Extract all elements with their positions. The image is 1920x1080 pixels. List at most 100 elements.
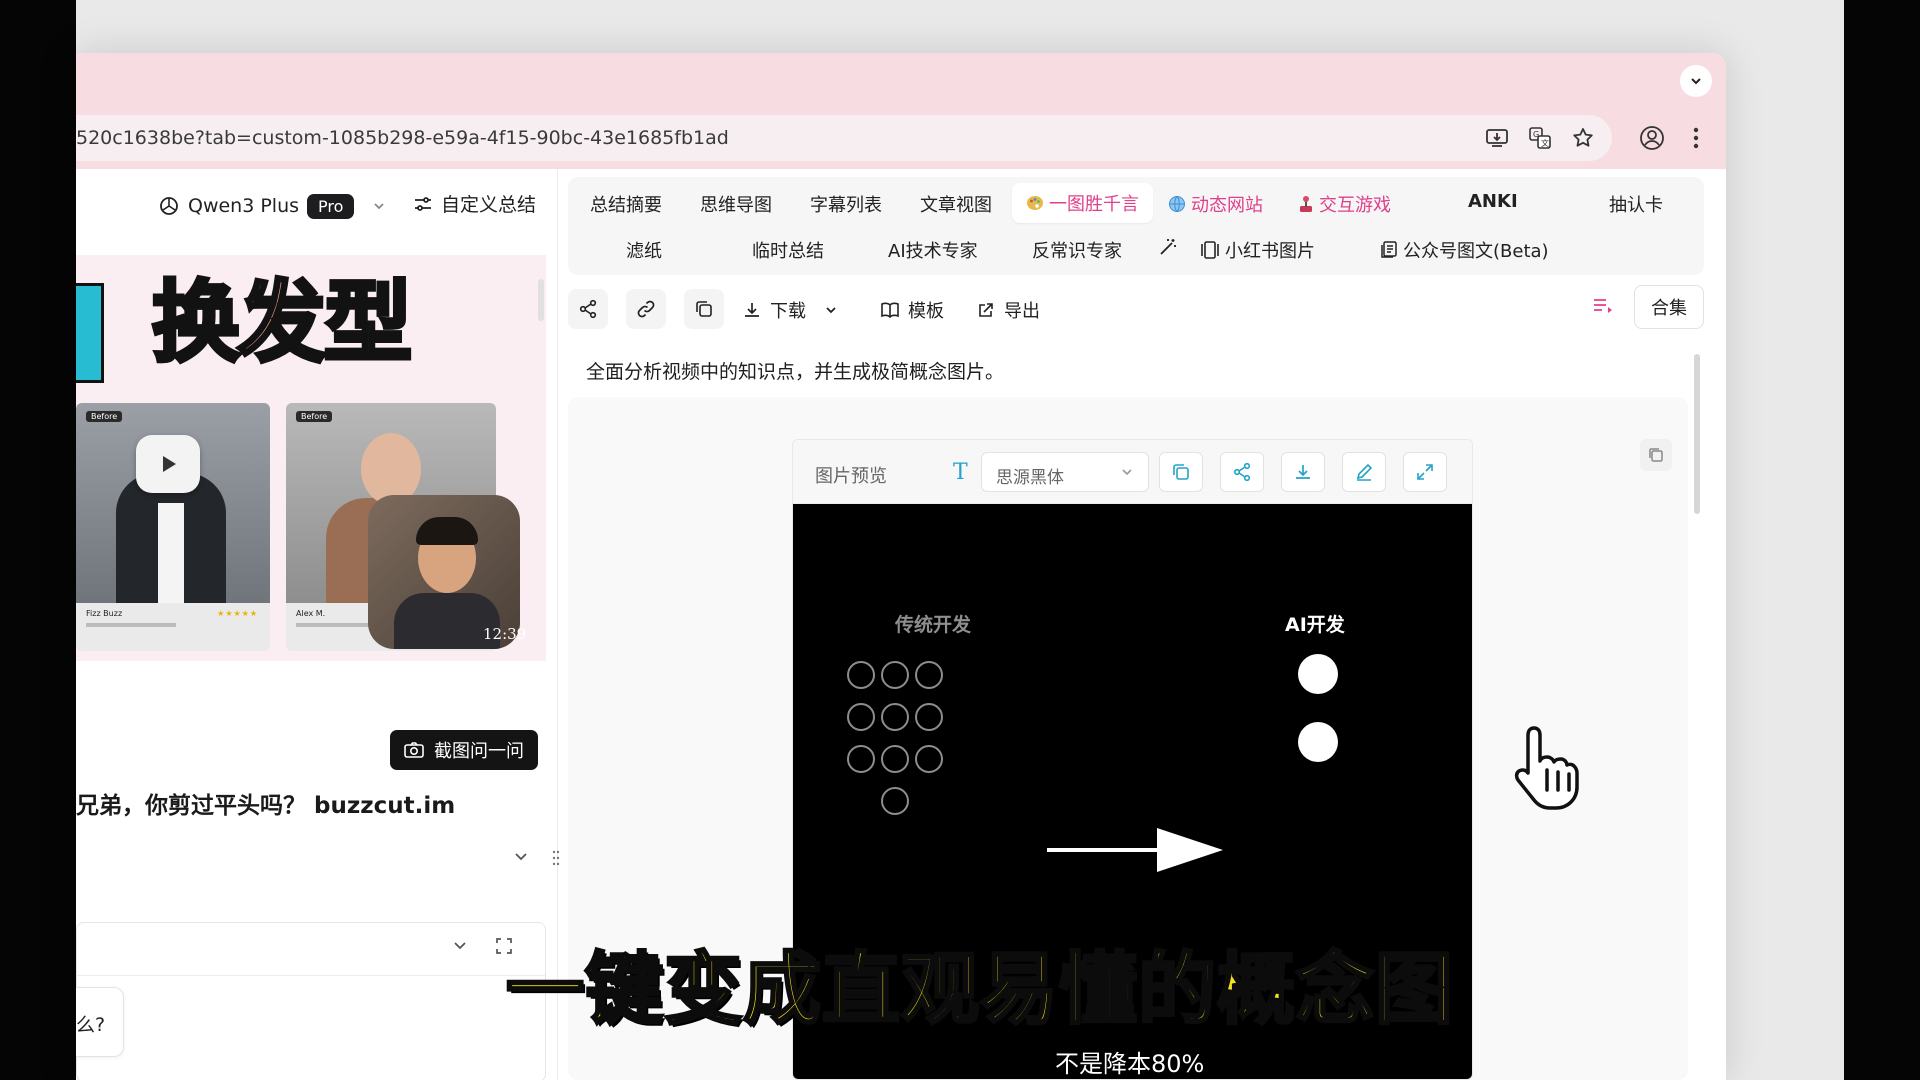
collection-button[interactable]: 合集 — [1634, 285, 1704, 329]
person-shirt — [158, 503, 184, 603]
browser-window: 520c1638be?tab=custom-1085b298-e59a-4f15… — [76, 53, 1726, 1080]
list-view-icon[interactable] — [1592, 295, 1614, 315]
template-label: 模板 — [908, 301, 944, 322]
magic-wand-button[interactable] — [1158, 237, 1178, 257]
tab-xiaohongshu-label: 小红书图片 — [1225, 241, 1315, 262]
install-app-icon[interactable] — [1484, 125, 1510, 151]
tab-xiaohongshu[interactable]: 小红书图片 — [1200, 237, 1315, 263]
tab-dynamic-site[interactable]: 动态网站 — [1168, 191, 1263, 217]
expand-chevron-icon[interactable] — [513, 848, 529, 864]
kebab-menu-icon[interactable] — [1680, 122, 1712, 154]
custom-summary-button[interactable]: 自定义总结 — [413, 190, 536, 217]
template-description: 全面分析视频中的知识点，并生成极简概念图片。 — [586, 361, 1005, 383]
font-t-icon: T — [953, 460, 968, 485]
tab-wechat-article-label: 公众号图文(Beta) — [1403, 241, 1549, 262]
concept-ring — [847, 703, 875, 731]
preview-copy-button[interactable] — [1159, 452, 1203, 492]
hand-pointer-icon — [1514, 726, 1579, 810]
magic-wand-icon — [1158, 237, 1178, 257]
tab-contrarian-expert[interactable]: 反常识专家 — [1032, 237, 1122, 263]
tab-temp-summary[interactable]: 临时总结 — [752, 237, 824, 263]
share-button[interactable] — [568, 289, 608, 329]
export-icon — [976, 300, 996, 320]
video-player[interactable]: 换发型 Before Fizz Buzz ★★★★★ Before Alex M… — [76, 255, 546, 661]
export-label: 导出 — [1004, 301, 1040, 322]
tab-summary[interactable]: 总结摘要 — [590, 191, 662, 217]
chevron-down-icon[interactable] — [452, 937, 468, 953]
video-letterbox-left — [0, 0, 76, 1080]
url-text: 520c1638be?tab=custom-1085b298-e59a-4f15… — [76, 127, 729, 149]
preview-expand-button[interactable] — [1403, 452, 1447, 492]
pencil-icon — [1354, 462, 1374, 482]
preview-share-button[interactable] — [1220, 452, 1264, 492]
concept-ring — [847, 661, 875, 689]
action-bar: 下载 模板 导出 合集 — [568, 285, 1704, 333]
palette-icon — [1026, 195, 1044, 211]
play-icon — [155, 451, 181, 477]
browser-toolbar: 520c1638be?tab=custom-1085b298-e59a-4f15… — [76, 108, 1726, 169]
export-button[interactable]: 导出 — [976, 297, 1040, 323]
tab-interactive-game-label: 交互游戏 — [1319, 195, 1391, 216]
video-subcaption: 不是降本80% — [1055, 1050, 1205, 1078]
concept-ring — [915, 745, 943, 773]
drag-handle-icon[interactable] — [552, 849, 560, 867]
play-button[interactable] — [136, 435, 200, 493]
video-panel: Qwen3 Plus Pro 自定义总结 换发型 Before Fizz Buz… — [76, 169, 560, 1080]
tab-search-button[interactable] — [1680, 65, 1712, 97]
translate-icon[interactable]: G文 — [1527, 125, 1553, 151]
card-name: Alex M. — [296, 609, 326, 618]
concept-ring — [881, 745, 909, 773]
concept-ring — [881, 661, 909, 689]
bookmark-star-icon[interactable] — [1570, 125, 1596, 151]
copy-content-button[interactable] — [1640, 439, 1672, 471]
card-name: Fizz Buzz — [86, 609, 123, 618]
tab-mindmap[interactable]: 思维导图 — [700, 191, 772, 217]
tab-wechat-article[interactable]: 公众号图文(Beta) — [1380, 237, 1549, 263]
preview-download-button[interactable] — [1281, 452, 1325, 492]
openai-logo-icon — [158, 195, 180, 217]
pro-badge: Pro — [307, 193, 355, 219]
copy-link-button[interactable] — [626, 289, 666, 329]
summary-tab-bar: 总结摘要 思维导图 字幕列表 文章视图 一图胜千言 动态网站 交互游戏 ANKI… — [568, 177, 1704, 275]
image-preview-header: 图片预览 T 思源黑体 — [793, 440, 1472, 504]
sliders-icon — [413, 194, 433, 214]
carousel-icon — [1200, 241, 1220, 259]
left-scrollbar[interactable] — [538, 279, 544, 321]
font-value: 思源黑体 — [996, 468, 1064, 488]
template-button[interactable]: 模板 — [880, 297, 944, 323]
tab-flashcards[interactable]: 抽认卡 — [1609, 191, 1663, 217]
concept-left-label: 传统开发 — [895, 614, 972, 636]
card-stars: ★★★★★ — [217, 609, 258, 618]
link-icon — [636, 299, 656, 319]
tab-subtitles[interactable]: 字幕列表 — [810, 191, 882, 217]
before-tag: Before — [86, 411, 123, 422]
card-photo: Before — [76, 403, 270, 603]
right-scrollbar[interactable] — [1694, 354, 1700, 514]
concept-right-label: AI开发 — [1285, 614, 1345, 636]
model-selector[interactable]: Qwen3 Plus Pro — [158, 190, 386, 222]
download-icon — [742, 300, 762, 320]
screenshot-ask-button[interactable]: 截图问一问 — [390, 730, 538, 770]
concept-ring — [881, 703, 909, 731]
tab-filter-paper[interactable]: 滤纸 — [626, 237, 662, 263]
presenter-hair — [416, 517, 478, 545]
image-preview-label: 图片预览 — [815, 466, 887, 487]
address-bar[interactable]: 520c1638be?tab=custom-1085b298-e59a-4f15… — [76, 115, 1612, 161]
profile-icon[interactable] — [1636, 122, 1668, 154]
download-menu[interactable]: 下载 — [742, 297, 838, 323]
tab-ai-expert[interactable]: AI技术专家 — [888, 237, 978, 263]
tab-anki[interactable]: ANKI — [1468, 191, 1518, 212]
suggested-question-chip[interactable]: 么? — [76, 987, 124, 1057]
font-select[interactable]: 思源黑体 — [981, 452, 1149, 492]
copy-icon — [694, 299, 714, 319]
tab-one-picture[interactable]: 一图胜千言 — [1012, 183, 1153, 223]
concept-dot — [1298, 654, 1338, 694]
tab-article[interactable]: 文章视图 — [920, 191, 992, 217]
preview-edit-button[interactable] — [1342, 452, 1386, 492]
copy-button[interactable] — [684, 289, 724, 329]
expand-icon — [1415, 462, 1435, 482]
tab-interactive-game[interactable]: 交互游戏 — [1298, 191, 1391, 217]
joystick-icon — [1298, 195, 1314, 213]
card-sub-line — [86, 623, 176, 627]
chat-box-divider — [77, 975, 545, 976]
